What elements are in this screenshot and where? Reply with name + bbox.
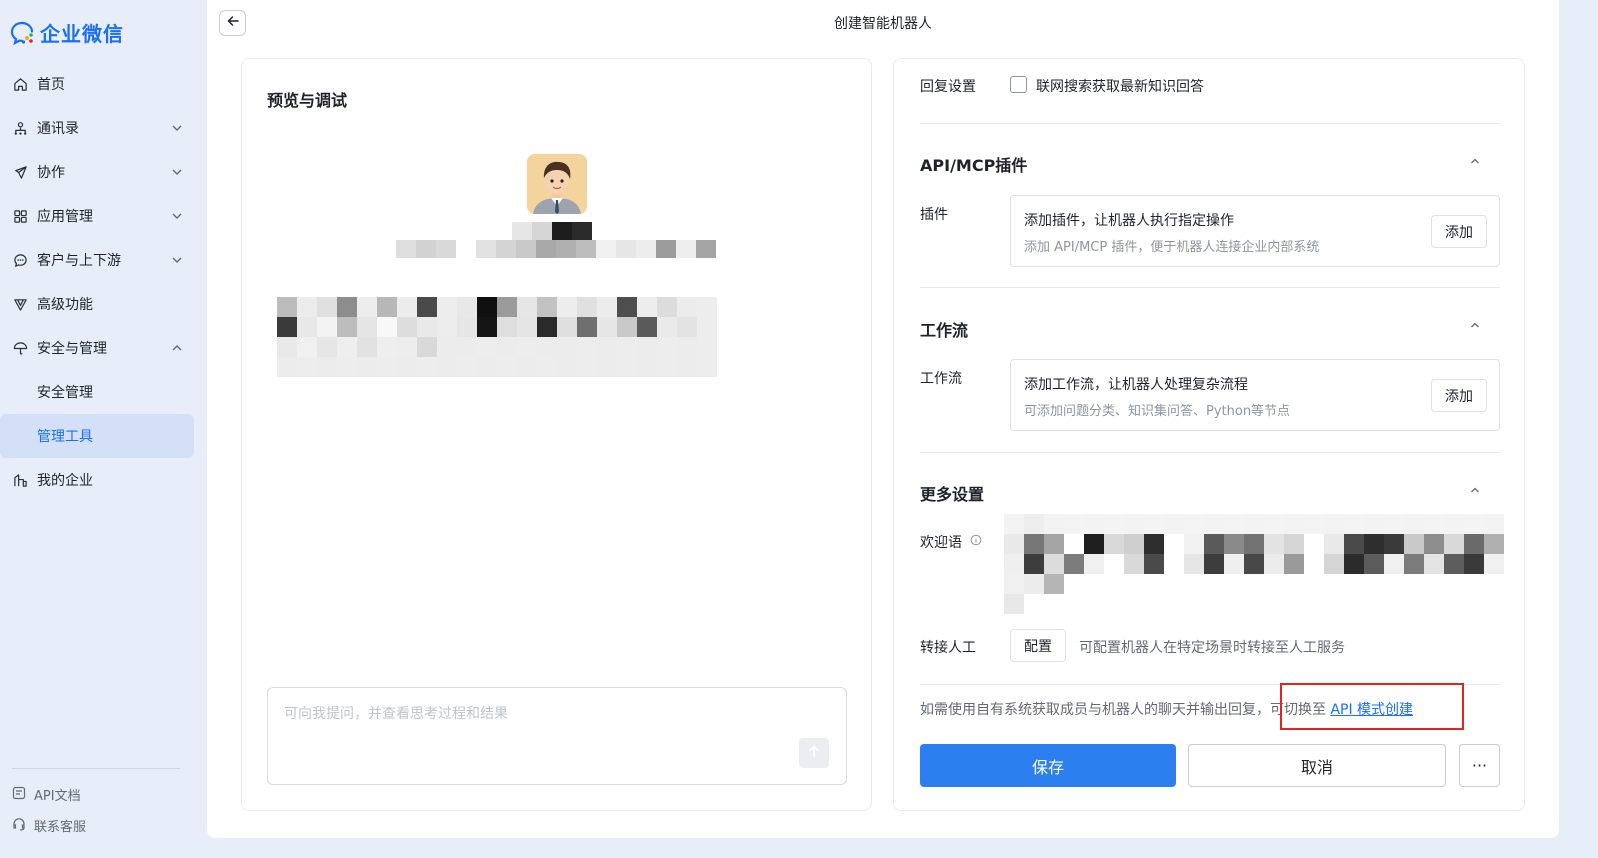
cancel-button[interactable]: 取消 — [1188, 744, 1446, 787]
app-logo[interactable]: 企业微信 — [10, 18, 124, 47]
headset-icon — [12, 817, 26, 835]
add-workflow-desc: 可添加问题分类、知识集问答、Python等节点 — [1024, 404, 1291, 419]
sidebar-item-label: 协作 — [37, 165, 65, 181]
add-workflow-title: 添加工作流，让机器人处理复杂流程 — [1024, 377, 1248, 393]
document-icon — [12, 786, 26, 804]
workflow-row-label: 工作流 — [920, 371, 962, 387]
plugins-section-title: API/MCP插件 — [920, 156, 1028, 175]
workflow-section-title: 工作流 — [920, 321, 969, 340]
sidebar-item-advanced[interactable]: 高级功能 — [0, 282, 208, 326]
sidebar-item-customers[interactable]: 客户与上下游 — [0, 238, 208, 282]
plugins-row-label: 插件 — [920, 207, 948, 223]
web-search-checkbox-label[interactable]: 联网搜索获取最新知识回答 — [1036, 76, 1204, 96]
sidebar-nav: 首页 通讯录 协作 应用管理 客户与上下游 高级功能 安全与管理 安全管理 管理… — [0, 62, 208, 502]
redacted-bot-description — [396, 240, 716, 258]
sidebar-item-security-management[interactable]: 安全管理 — [0, 370, 208, 414]
app-name: 企业微信 — [40, 22, 124, 46]
sidebar-item-home[interactable]: 首页 — [0, 62, 208, 106]
sidebar-item-management-tools[interactable]: 管理工具 — [0, 414, 194, 458]
add-workflow-button[interactable]: 添加 — [1431, 379, 1487, 412]
sidebar-divider — [12, 768, 180, 769]
contacts-icon — [12, 120, 28, 136]
sidebar-item-label: 安全与管理 — [37, 341, 107, 357]
chevron-down-icon — [170, 165, 184, 179]
welcome-message-label: 欢迎语 — [920, 535, 962, 551]
add-plugin-desc: 添加 API/MCP 插件，便于机器人连接企业内部系统 — [1024, 240, 1320, 255]
filter-icon — [12, 296, 28, 312]
sidebar: 企业微信 首页 通讯录 协作 应用管理 客户与上下游 高级功能 安全与管理 安全… — [0, 0, 208, 858]
collapse-workflow-icon[interactable] — [1469, 319, 1481, 331]
support-label: 联系客服 — [34, 820, 87, 835]
collapse-plugins-icon[interactable] — [1469, 155, 1481, 167]
chat-bubble-icon — [12, 252, 28, 268]
preview-card: 预览与调试 — [241, 58, 872, 811]
sidebar-item-label: 客户与上下游 — [37, 253, 121, 269]
highlight-box — [1280, 683, 1464, 730]
sidebar-item-label: 我的企业 — [37, 473, 93, 489]
section-divider — [920, 452, 1500, 453]
sidebar-item-label: 管理工具 — [37, 429, 93, 445]
redacted-bot-name — [512, 222, 592, 240]
bot-avatar — [527, 154, 587, 214]
collaboration-icon — [12, 164, 28, 180]
chat-input-box[interactable] — [267, 687, 847, 785]
window-margin — [1559, 0, 1598, 858]
apps-icon — [12, 208, 28, 224]
add-plugin-button[interactable]: 添加 — [1431, 215, 1487, 248]
chevron-down-icon — [170, 209, 184, 223]
collapse-more-settings-icon[interactable] — [1469, 484, 1481, 496]
section-divider — [920, 287, 1500, 288]
api-mode-hint-prefix: 如需使用自有系统获取成员与机器人的聊天并输出回复， — [920, 702, 1270, 718]
info-icon[interactable] — [970, 534, 982, 550]
api-docs-label: API文档 — [34, 789, 81, 804]
wecom-logo-icon — [10, 20, 36, 46]
sidebar-item-contacts[interactable]: 通讯录 — [0, 106, 208, 150]
add-plugin-panel: 添加插件，让机器人执行指定操作 添加 API/MCP 插件，便于机器人连接企业内… — [1010, 195, 1500, 267]
sidebar-item-my-enterprise[interactable]: 我的企业 — [0, 458, 208, 502]
chevron-down-icon — [170, 121, 184, 135]
settings-card: 回复设置 联网搜索获取最新知识回答 API/MCP插件 插件 添加插件，让机器人… — [893, 58, 1525, 811]
section-divider — [920, 123, 1500, 124]
web-search-checkbox[interactable] — [1010, 76, 1027, 93]
arrow-up-icon — [807, 744, 821, 762]
support-link[interactable]: 联系客服 — [12, 816, 86, 835]
sidebar-item-app-management[interactable]: 应用管理 — [0, 194, 208, 238]
human-handoff-label: 转接人工 — [920, 640, 976, 656]
preview-title: 预览与调试 — [267, 91, 348, 110]
send-button[interactable] — [799, 738, 829, 768]
sidebar-item-label: 应用管理 — [37, 209, 93, 225]
sidebar-item-collaboration[interactable]: 协作 — [0, 150, 208, 194]
save-button[interactable]: 保存 — [920, 744, 1176, 787]
sidebar-item-label: 首页 — [37, 77, 65, 93]
handoff-description: 可配置机器人在特定场景时转接至人工服务 — [1079, 640, 1345, 656]
more-options-button[interactable]: ··· — [1459, 744, 1500, 787]
chevron-up-icon — [170, 341, 184, 355]
sidebar-item-label: 高级功能 — [37, 297, 93, 313]
more-settings-section-title: 更多设置 — [920, 485, 985, 504]
sidebar-item-label: 安全管理 — [37, 385, 93, 401]
chevron-down-icon — [170, 253, 184, 267]
configure-handoff-button[interactable]: 配置 — [1010, 629, 1066, 662]
umbrella-icon — [12, 340, 28, 356]
sidebar-item-security[interactable]: 安全与管理 — [0, 326, 208, 370]
chat-input[interactable] — [284, 706, 784, 722]
redacted-welcome-message-input[interactable] — [1004, 514, 1504, 614]
home-icon — [12, 76, 28, 92]
add-plugin-title: 添加插件，让机器人执行指定操作 — [1024, 213, 1234, 229]
building-icon — [12, 472, 28, 488]
main-panel: 创建智能机器人 预览与调试 可向我提问，并查看思考过程和结果 回复设置 联网搜索… — [207, 0, 1559, 838]
reply-settings-label: 回复设置 — [920, 79, 976, 95]
add-workflow-panel: 添加工作流，让机器人处理复杂流程 可添加问题分类、知识集问答、Python等节点… — [1010, 359, 1500, 431]
redacted-welcome-bubble — [277, 297, 717, 377]
api-docs-link[interactable]: API文档 — [12, 785, 81, 804]
sidebar-item-label: 通讯录 — [37, 121, 79, 137]
page-title: 创建智能机器人 — [834, 16, 932, 32]
